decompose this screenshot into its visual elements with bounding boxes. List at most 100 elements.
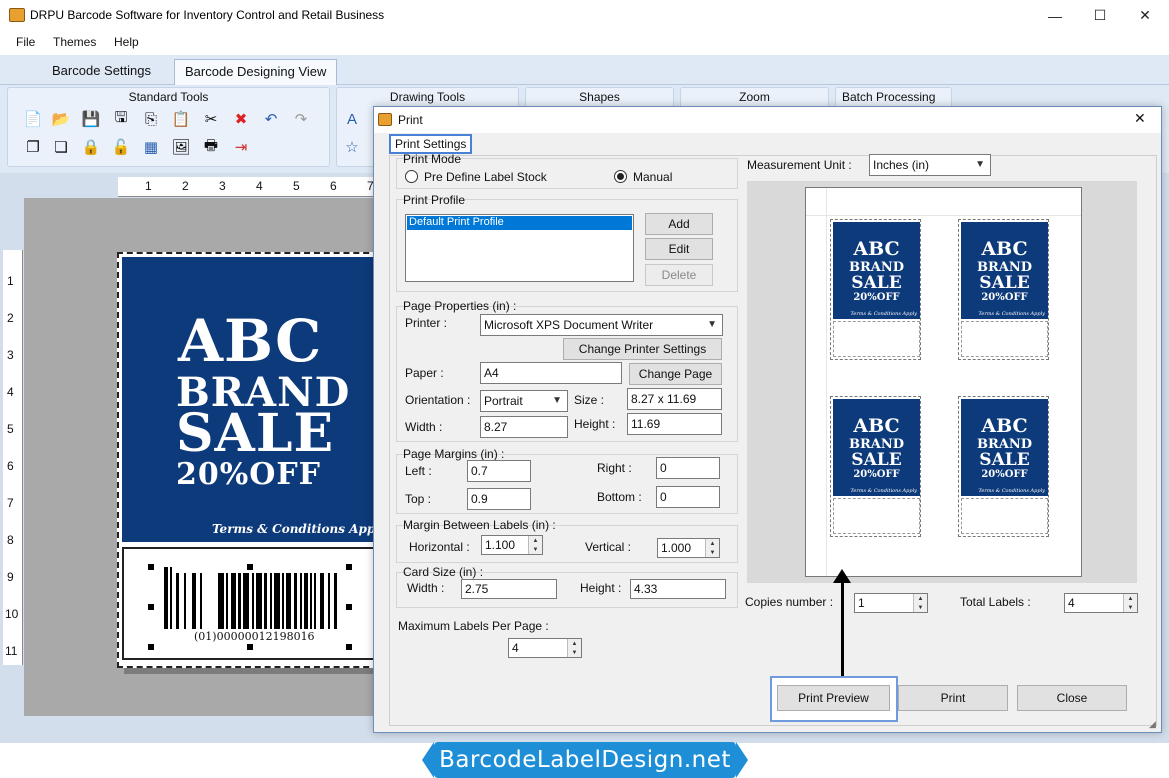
card-width-field[interactable]: 2.75 <box>461 579 557 599</box>
margin-top-field[interactable]: 0.9 <box>467 488 531 510</box>
label-banner[interactable]: ABC BRAND SALE 20%OFF Terms & Conditions… <box>122 257 387 542</box>
total-labels-spinner[interactable]: 4 ▲ ▼ <box>1064 593 1138 613</box>
edit-profile-button[interactable]: Edit <box>645 238 713 260</box>
print-preview-button[interactable]: Print Preview <box>777 685 890 711</box>
resize-handle[interactable] <box>148 564 154 570</box>
printer-select[interactable]: Microsoft XPS Document Writer ▼ <box>480 314 723 336</box>
dialog-app-icon <box>378 113 392 126</box>
profile-item[interactable]: Default Print Profile <box>407 216 632 230</box>
minimize-button[interactable]: — <box>1032 0 1078 31</box>
delete-profile-button[interactable]: Delete <box>645 264 713 286</box>
print-button[interactable]: Print <box>898 685 1008 711</box>
spinner-arrows-icon[interactable]: ▲ ▼ <box>528 536 542 554</box>
vertical-spinner[interactable]: 1.000 ▲ ▼ <box>657 538 720 558</box>
view-tabs: Barcode Settings Barcode Designing View <box>0 55 1169 85</box>
barcode-frame[interactable]: (01)00000012198016 <box>122 547 379 660</box>
change-printer-button[interactable]: Change Printer Settings <box>563 338 722 360</box>
resize-handle[interactable] <box>148 604 154 610</box>
page-width-field[interactable]: 8.27 <box>480 416 568 438</box>
grid-icon[interactable]: ▦ <box>140 136 162 158</box>
preview-line-discount: 20%OFF <box>853 292 900 303</box>
image-icon[interactable]: 🖼 <box>170 136 192 158</box>
change-page-button[interactable]: Change Page <box>629 363 722 385</box>
unlock-icon[interactable]: 🔓 <box>110 136 132 158</box>
tab-print-settings[interactable]: Print Settings <box>389 134 473 154</box>
maximize-button[interactable]: ☐ <box>1077 0 1123 31</box>
label-shadow <box>124 668 379 674</box>
lock-icon[interactable]: 🔒 <box>80 136 102 158</box>
measurement-select[interactable]: Inches (in) ▼ <box>869 154 991 176</box>
preview-terms: Terms & Conditions Apply <box>978 311 1045 317</box>
close-button[interactable]: ✕ <box>1122 0 1168 31</box>
horizontal-spinner[interactable]: 1.100 ▲ ▼ <box>481 535 543 555</box>
resize-handle[interactable] <box>346 644 352 650</box>
cut-icon[interactable]: ✂ <box>200 108 222 130</box>
card-height-label: Height : <box>580 581 622 595</box>
save-icon[interactable]: 💾 <box>80 108 102 130</box>
resize-handle[interactable] <box>247 564 253 570</box>
preview-barcode-area <box>961 498 1048 534</box>
size-field[interactable]: 8.27 x 11.69 <box>627 388 722 410</box>
spinner-arrows-icon[interactable]: ▲ ▼ <box>913 594 927 612</box>
spinner-arrows-icon[interactable]: ▲ ▼ <box>1123 594 1137 612</box>
orientation-select[interactable]: Portrait ▼ <box>480 390 568 412</box>
ruler-mark: 9 <box>7 570 14 584</box>
menu-help[interactable]: Help <box>114 35 139 49</box>
export-icon[interactable]: ⇥ <box>230 136 252 158</box>
margin-right-field[interactable]: 0 <box>656 457 720 479</box>
ruler-mark: 5 <box>293 179 300 193</box>
card-height-field[interactable]: 4.33 <box>630 579 726 599</box>
send-back-icon[interactable]: ❏ <box>50 136 72 158</box>
dialog-close-icon[interactable]: ✕ <box>1134 110 1146 127</box>
group-title: Shapes <box>579 90 620 104</box>
profile-list[interactable]: Default Print Profile <box>405 214 634 282</box>
label-line-discount: 20%OFF <box>176 457 321 492</box>
radio-predefine[interactable] <box>405 170 418 183</box>
star-tool-icon[interactable]: ☆ <box>341 136 363 158</box>
menu-file[interactable]: File <box>16 35 35 49</box>
vertical-value: 1.000 <box>661 541 692 555</box>
open-folder-icon[interactable]: 📂 <box>50 108 72 130</box>
preview-label-banner: ABC BRAND SALE 20%OFF Terms & Conditions… <box>833 399 920 496</box>
page-height-field[interactable]: 11.69 <box>627 413 722 435</box>
paper-field[interactable]: A4 <box>480 362 622 384</box>
ruler-mark: 5 <box>7 422 14 436</box>
undo-icon[interactable]: ↶ <box>260 108 282 130</box>
print-icon[interactable]: 🖶 <box>200 136 222 158</box>
resize-handle[interactable] <box>247 644 253 650</box>
tab-barcode-designing-view[interactable]: Barcode Designing View <box>174 59 338 85</box>
redo-icon[interactable]: ↷ <box>290 108 312 130</box>
copies-spinner[interactable]: 1 ▲ ▼ <box>854 593 928 613</box>
resize-grip-icon[interactable]: ◢ <box>1149 719 1161 731</box>
resize-handle[interactable] <box>346 604 352 610</box>
close-dialog-button[interactable]: Close <box>1017 685 1127 711</box>
label-line-abc: ABC <box>178 307 323 375</box>
delete-icon[interactable]: ✖ <box>230 108 252 130</box>
tab-barcode-settings[interactable]: Barcode Settings <box>42 59 161 85</box>
measurement-value: Inches (in) <box>873 158 930 172</box>
menu-themes[interactable]: Themes <box>53 35 96 49</box>
paste-icon[interactable]: 📋 <box>170 108 192 130</box>
resize-handle[interactable] <box>148 644 154 650</box>
size-label: Size : <box>574 393 605 407</box>
watermark-banner: BarcodeLabelDesign.net <box>422 742 748 778</box>
new-file-icon[interactable]: 📄 <box>22 108 44 130</box>
spinner-arrows-icon[interactable]: ▲ ▼ <box>567 639 581 657</box>
preview-line-abc: ABC <box>981 238 1028 260</box>
radio-manual[interactable] <box>614 170 627 183</box>
title-bar: DRPU Barcode Software for Inventory Cont… <box>0 0 1169 31</box>
margin-left-field[interactable]: 0.7 <box>467 460 531 482</box>
max-labels-spinner[interactable]: 4 ▲ ▼ <box>508 638 582 658</box>
margin-bottom-field[interactable]: 0 <box>656 486 720 508</box>
bring-front-icon[interactable]: ❐ <box>22 136 44 158</box>
preview-terms: Terms & Conditions Apply <box>978 488 1045 494</box>
copy-icon[interactable]: ⎘ <box>140 108 162 130</box>
add-profile-button[interactable]: Add <box>645 213 713 235</box>
save-as-icon[interactable]: 🖫 <box>110 108 132 130</box>
text-tool-icon[interactable]: A <box>341 108 363 130</box>
spinner-arrows-icon[interactable]: ▲ ▼ <box>705 539 719 557</box>
resize-handle[interactable] <box>346 564 352 570</box>
ruler-mark: 2 <box>7 311 14 325</box>
orientation-value: Portrait <box>484 394 523 408</box>
page-margin-line <box>806 215 1081 216</box>
